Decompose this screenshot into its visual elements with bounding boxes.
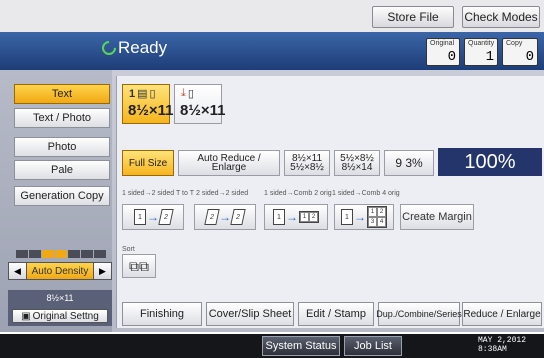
one-sided-page-icon: 1 xyxy=(341,209,353,225)
mode-text-photo[interactable]: Text / Photo xyxy=(14,108,110,128)
ratio-preset-1[interactable]: 8½×11 5½×8½ xyxy=(284,150,330,176)
arrow-right-icon: → xyxy=(147,210,159,224)
mode-photo[interactable]: Photo xyxy=(14,137,110,157)
ratio-93-button[interactable]: 9 3% xyxy=(384,150,434,176)
combine-4-icon: 1234 xyxy=(367,206,387,228)
mode-pale[interactable]: Pale xyxy=(14,160,110,180)
ready-text: Ready xyxy=(118,38,168,57)
mode-text[interactable]: Text xyxy=(14,84,110,104)
mode-generation-copy[interactable]: Generation Copy xyxy=(14,186,110,206)
sort-button[interactable]: ⧉⧉ xyxy=(122,254,156,278)
duplex-label-1: 1 sided→2 sided T to T xyxy=(122,190,194,197)
system-status-button[interactable]: System Status xyxy=(262,336,340,356)
tray-number: 1 xyxy=(129,87,136,100)
copy-counter: Copy 0 xyxy=(502,38,538,66)
two-sided-page-icon: 2 xyxy=(230,209,246,225)
bypass-tray-icon: ⤓ xyxy=(181,87,186,99)
arrow-right-icon: → xyxy=(219,210,231,224)
combine-4-button[interactable]: 1 → 1234 xyxy=(334,204,394,230)
original-counter: Original 0 xyxy=(426,38,460,66)
paper-tray-1[interactable]: 1 ▤ ▯ 8½×11 xyxy=(122,84,174,124)
original-setting-icon: ▣ xyxy=(21,310,31,322)
ratio-preset-2[interactable]: 5½×8½ 8½×14 xyxy=(334,150,380,176)
sort-label: Sort xyxy=(122,246,135,253)
quantity-label: Quantity xyxy=(468,40,495,47)
combine-2-icon: 12 xyxy=(299,211,319,223)
check-modes-button[interactable]: Check Modes xyxy=(462,6,540,28)
arrow-right-icon: → xyxy=(354,210,366,224)
density-increase-icon[interactable]: ▶ xyxy=(93,263,111,279)
sort-icon: ⧉⧉ xyxy=(129,257,149,274)
quantity-value: 1 xyxy=(485,49,494,65)
original-size: 8½×11 xyxy=(46,293,74,303)
duplex-label-4: 1 sided→Comb 4 orig xyxy=(332,190,400,197)
density-decrease-icon[interactable]: ◀ xyxy=(9,263,27,279)
one-sided-page-icon: 1 xyxy=(273,209,285,225)
auto-reduce-enlarge-button[interactable]: Auto Reduce / Enlarge xyxy=(178,150,280,176)
tab-reduce-enlarge[interactable]: Reduce / Enlarge xyxy=(462,302,542,326)
create-margin-button[interactable]: Create Margin xyxy=(400,204,474,230)
two-sided-page-icon: 2 xyxy=(204,209,220,225)
paper-size: 8½×11 xyxy=(128,102,174,119)
tab-cover-slip-sheet[interactable]: Cover/Slip Sheet xyxy=(206,302,294,326)
duplex-label-2: 2 sided→2 sided xyxy=(196,190,249,197)
copy-value: 0 xyxy=(525,49,534,65)
job-list-button[interactable]: Job List xyxy=(344,336,402,356)
original-setting-button[interactable]: ▣ Original Settng xyxy=(12,309,108,323)
paper-bypass-tray[interactable]: ⤓ ▯ 8½×11 xyxy=(174,84,226,124)
quantity-counter: Quantity 1 xyxy=(464,38,498,66)
paper-orientation-icon: ▯ xyxy=(187,88,194,100)
zoom-display: 100% xyxy=(438,148,542,176)
paper-orientation-icon: ▯ xyxy=(149,88,156,100)
paper-size: 8½×11 xyxy=(180,102,226,119)
status-bar xyxy=(0,32,544,70)
combine-2-button[interactable]: 1 → 12 xyxy=(264,204,328,230)
tab-edit-stamp[interactable]: Edit / Stamp xyxy=(298,302,374,326)
one-sided-page-icon: 1 xyxy=(134,209,146,225)
tray-icon: ▤ xyxy=(137,88,148,100)
copier-screen: Store File Check Modes Ready Original 0 … xyxy=(0,0,544,358)
two-sided-page-icon: 2 xyxy=(158,209,174,225)
tab-dup-combine-series[interactable]: Dup./Combine/Series xyxy=(376,302,462,326)
arrow-right-icon: → xyxy=(286,210,298,224)
original-value: 0 xyxy=(447,49,456,65)
full-size-button[interactable]: Full Size xyxy=(122,150,174,176)
auto-density-button[interactable]: Auto Density xyxy=(27,263,93,279)
ready-status: Ready xyxy=(99,38,168,58)
density-control: ◀ Auto Density ▶ xyxy=(8,262,112,280)
duplex-label-3: 1 sided→Comb 2 orig xyxy=(264,190,332,197)
duplex-2to2-button[interactable]: 2 → 2 xyxy=(194,204,256,230)
copy-label: Copy xyxy=(506,40,523,47)
original-label: Original xyxy=(430,40,455,47)
tab-finishing[interactable]: Finishing xyxy=(122,302,202,326)
original-info: 8½×11 ▣ Original Settng xyxy=(8,290,112,326)
date-time: MAY 2,2012 8:38AM xyxy=(478,336,527,354)
density-scale xyxy=(16,250,106,258)
store-file-button[interactable]: Store File xyxy=(372,6,454,28)
ready-icon xyxy=(99,38,119,58)
duplex-1to2-button[interactable]: 1 → 2 xyxy=(122,204,184,230)
